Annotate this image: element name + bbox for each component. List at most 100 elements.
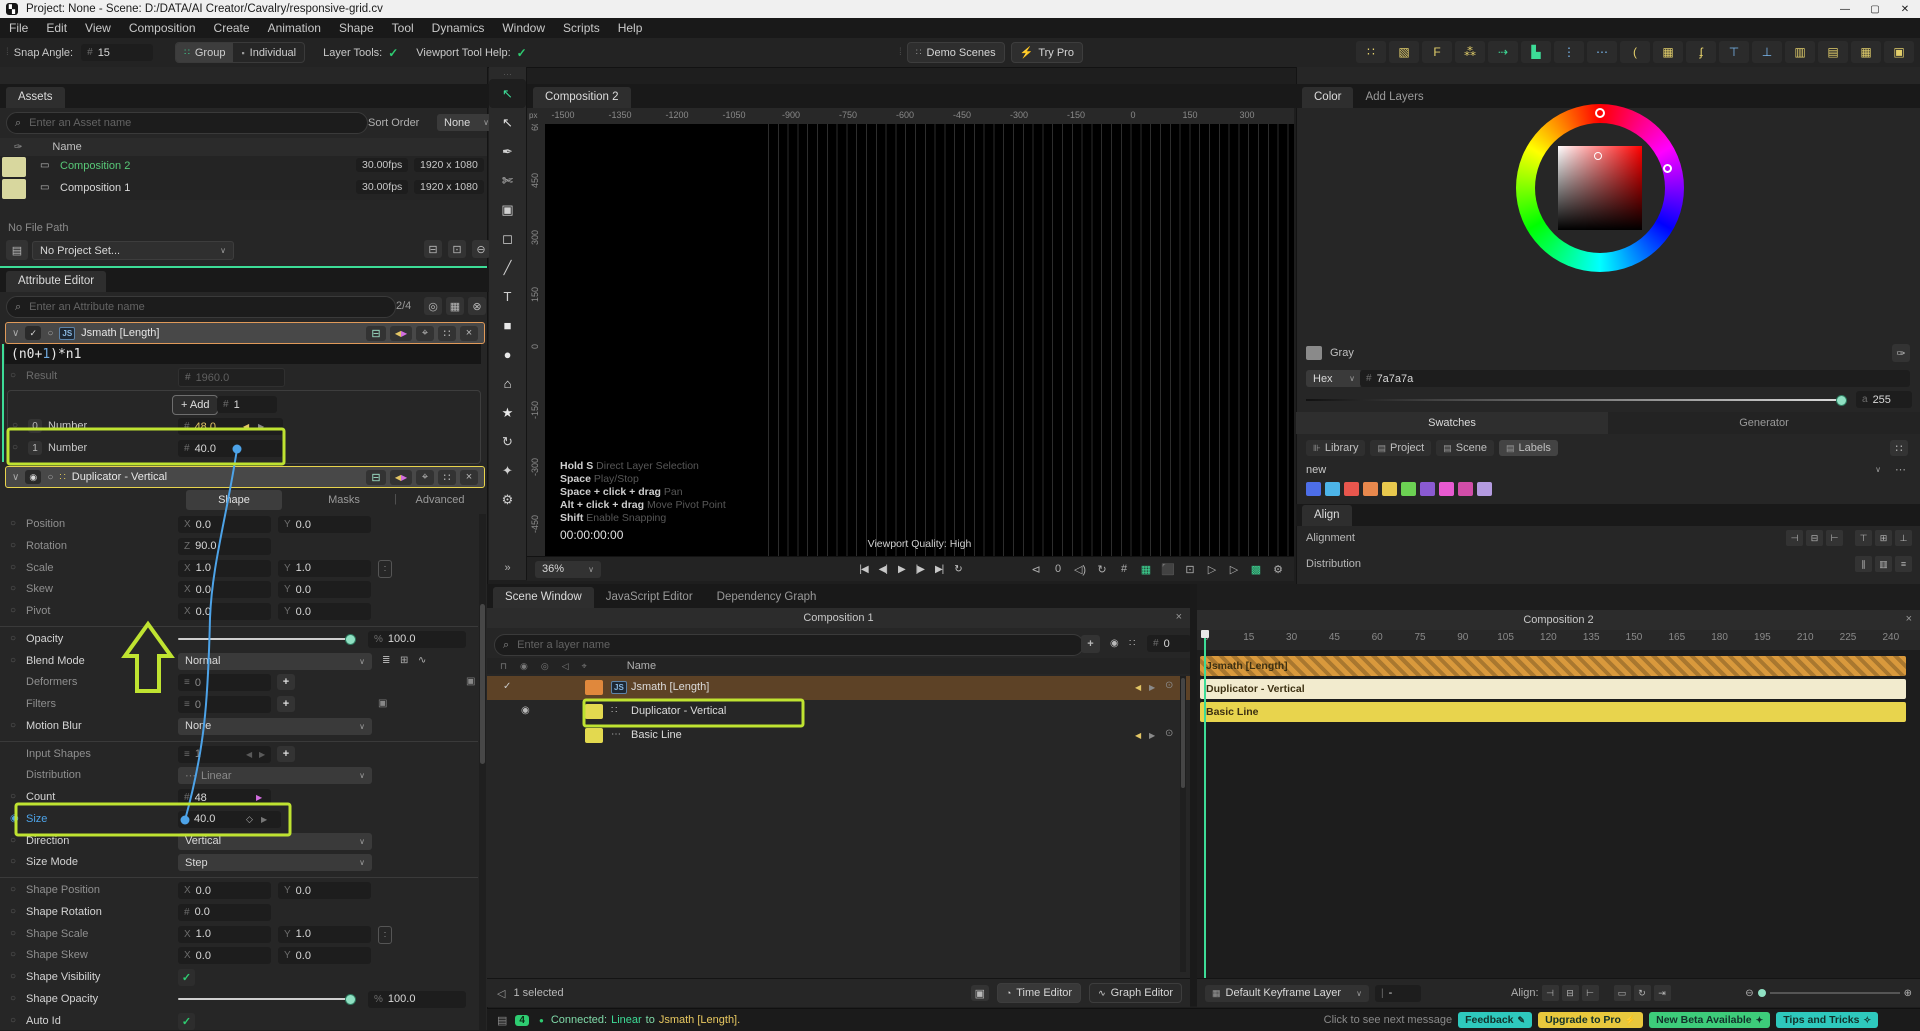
- socket-icon[interactable]: ○: [10, 971, 16, 982]
- keyframe-next-icon[interactable]: ▶: [1149, 683, 1155, 692]
- wheel-top-marker[interactable]: [1595, 108, 1605, 118]
- slider-track[interactable]: [178, 637, 354, 640]
- attr-search-input[interactable]: [27, 300, 387, 314]
- timeline-ruler[interactable]: 0153045607590105120135150165180195210225…: [1197, 630, 1920, 650]
- socket-icon[interactable]: ○: [12, 420, 18, 431]
- tab-assets[interactable]: Assets: [6, 87, 65, 108]
- eye-icon[interactable]: ◉: [25, 470, 42, 484]
- asset-search[interactable]: ⌕: [6, 112, 368, 134]
- swatch-grid-icon[interactable]: ∷: [1890, 440, 1908, 456]
- value-field[interactable]: Y 0.0: [278, 947, 371, 965]
- cycle-icon[interactable]: ↻: [1633, 985, 1651, 1001]
- hex-field[interactable]: #7a7a7a: [1360, 370, 1910, 387]
- isolate-icon[interactable]: ∷: [1129, 638, 1135, 649]
- prev-icon[interactable]: ◀: [246, 750, 252, 759]
- toolbar-frame-f-icon[interactable]: F: [1422, 41, 1452, 63]
- attr-dropdown[interactable]: Vertical ∨: [178, 832, 372, 850]
- range-icon[interactable]: ▭: [1613, 985, 1631, 1001]
- collapse-chevron-icon[interactable]: ∨: [12, 472, 19, 483]
- socket-icon[interactable]: ○: [10, 562, 16, 573]
- check-toggle[interactable]: ✓: [178, 969, 195, 986]
- zoom-track[interactable]: [1769, 992, 1900, 994]
- toolbar-rows-icon[interactable]: ▤: [1818, 41, 1848, 63]
- keyframe-nav-icon[interactable]: ◀ ▶: [390, 469, 412, 485]
- value-field[interactable]: X 0.0: [178, 882, 271, 899]
- value-field[interactable]: ≡ 1: [178, 745, 271, 763]
- demo-scenes-button[interactable]: ∷ Demo Scenes: [906, 42, 1005, 63]
- eyedropper-icon[interactable]: ✑: [1892, 344, 1910, 362]
- alignment-icon-3[interactable]: ⊤: [1855, 530, 1872, 546]
- value-field[interactable]: ≡ 0: [178, 696, 271, 713]
- pin-icon[interactable]: ⌖: [416, 469, 434, 485]
- timeline-align-icon-0[interactable]: ⊣: [1541, 985, 1559, 1001]
- value-field[interactable]: Y 0.0: [278, 603, 371, 620]
- alignment-icon-0[interactable]: ⊣: [1786, 530, 1803, 546]
- dup-tab-advanced[interactable]: Advanced: [404, 490, 476, 510]
- close-attr-icon[interactable]: ×: [460, 469, 478, 485]
- scrollbar-thumb[interactable]: [480, 604, 485, 764]
- swatch-chip[interactable]: [1401, 482, 1416, 496]
- hue-marker[interactable]: [1663, 164, 1672, 173]
- swatch-chip[interactable]: [1439, 482, 1454, 496]
- keyframe-prev-icon[interactable]: ◀: [1135, 731, 1141, 740]
- time-editor-button[interactable]: ◔ Time Editor: [996, 983, 1082, 1003]
- socket-icon[interactable]: ○: [10, 949, 16, 960]
- splitter[interactable]: [1190, 584, 1197, 1006]
- add-count-field[interactable]: #1: [217, 396, 277, 413]
- formula-field[interactable]: (n0+ 1)*n1: [5, 344, 481, 364]
- value-field[interactable]: #0.0: [178, 903, 271, 921]
- next-frame-button[interactable]: |▶: [916, 564, 925, 575]
- orient-tool[interactable]: ✦: [489, 456, 526, 485]
- swatch-chip[interactable]: [1458, 482, 1473, 496]
- keyframe-prev-icon[interactable]: ◀: [243, 422, 249, 431]
- eye-icon[interactable]: ◉: [521, 705, 530, 716]
- timeline-bar[interactable]: Duplicator - Vertical: [1200, 679, 1906, 699]
- stopwatch-icon[interactable]: ⊙: [1165, 728, 1173, 739]
- attr-dropdown[interactable]: Step ∨: [178, 854, 372, 872]
- dock-icon[interactable]: ▣: [970, 985, 989, 1001]
- swatch-chip[interactable]: [1325, 482, 1340, 496]
- next-icon[interactable]: ▶: [259, 750, 265, 759]
- messages-icon[interactable]: ▤: [497, 1014, 507, 1027]
- next-message-link[interactable]: Click to see next message: [1324, 1014, 1452, 1026]
- socket-icon[interactable]: ○: [10, 633, 16, 644]
- value-field[interactable]: Y 0.0: [278, 882, 371, 899]
- socket-icon[interactable]: ○: [10, 720, 16, 731]
- speaker-icon[interactable]: ◁): [1070, 563, 1090, 576]
- layer-color-swatch[interactable]: [585, 728, 603, 743]
- frame-tool[interactable]: ◻: [489, 224, 526, 253]
- search-settings-icon[interactable]: ◎: [424, 297, 442, 315]
- enable-check-icon[interactable]: ✓: [25, 326, 42, 340]
- connected-out-icon[interactable]: ▶: [256, 793, 262, 802]
- scrollbar-thumb[interactable]: [1181, 678, 1185, 788]
- value-slider-track[interactable]: [1306, 399, 1846, 401]
- value-field[interactable]: Y 0.0: [278, 516, 371, 533]
- connections-icon[interactable]: ⊟: [366, 325, 386, 341]
- asset-name[interactable]: Composition 2: [60, 160, 130, 172]
- value-field[interactable]: ≡ 0: [178, 674, 271, 692]
- socket-icon[interactable]: ○: [10, 1015, 16, 1026]
- menu-window[interactable]: Window: [493, 21, 554, 35]
- toolbar-columns-icon[interactable]: ▥: [1785, 41, 1815, 63]
- play-button[interactable]: ▶: [898, 564, 906, 575]
- snap-end-icon[interactable]: ⇥: [1653, 985, 1671, 1001]
- value-field[interactable]: X 0.0: [178, 516, 271, 533]
- pin-icon[interactable]: ⌖: [416, 325, 434, 341]
- toolbar-cube-icon[interactable]: ▧: [1389, 41, 1419, 63]
- layer-name[interactable]: Jsmath [Length]: [631, 681, 709, 693]
- message-count-badge[interactable]: 4: [515, 1014, 529, 1026]
- socket-icon[interactable]: ○: [10, 906, 16, 917]
- keyframe-diamond-icon[interactable]: ◇: [246, 814, 253, 825]
- slider-track[interactable]: [178, 997, 354, 1000]
- socket-icon[interactable]: ○: [10, 370, 16, 381]
- toolbar-align-bottom-icon[interactable]: ⊥: [1752, 41, 1782, 63]
- add-layer-button[interactable]: +: [1081, 635, 1100, 653]
- jsmath-header[interactable]: ∨ ✓ ○ JS Jsmath [Length] ⊟ ◀ ▶ ⌖ ∷ ×: [5, 322, 485, 344]
- close-button[interactable]: ✕: [1890, 4, 1920, 15]
- value-slider-knob[interactable]: [1836, 395, 1847, 406]
- menu-view[interactable]: View: [76, 21, 120, 35]
- close-panel-icon[interactable]: ×: [1906, 613, 1912, 625]
- distribution-icon-1[interactable]: ▥: [1875, 556, 1892, 572]
- socket-icon[interactable]: ○: [10, 993, 16, 1004]
- playhead[interactable]: [1201, 630, 1209, 978]
